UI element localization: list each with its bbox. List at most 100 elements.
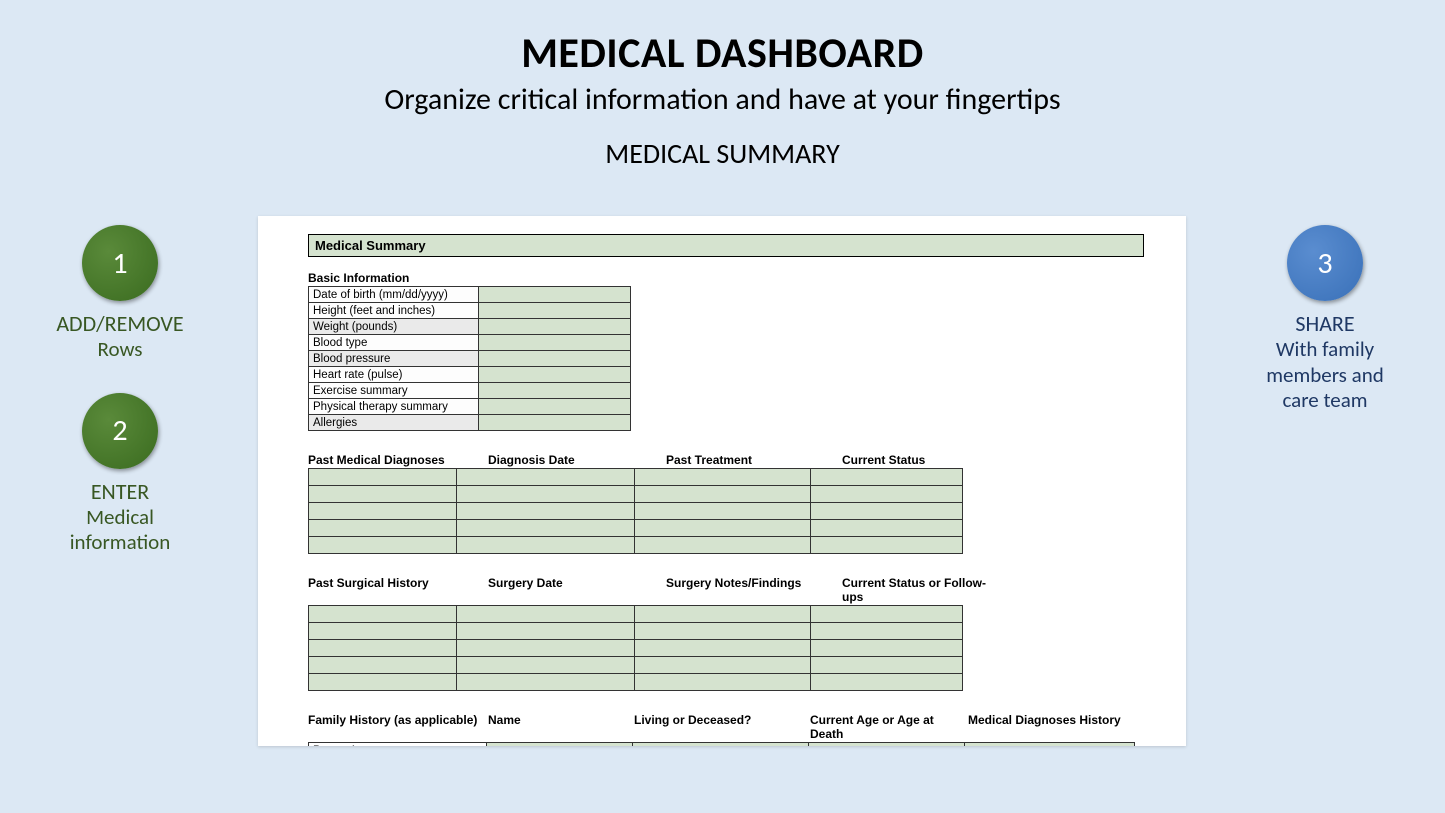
table-cell[interactable]	[811, 486, 963, 503]
table-cell[interactable]	[309, 623, 457, 640]
table-cell[interactable]	[811, 469, 963, 486]
table-cell[interactable]	[309, 657, 457, 674]
basic-value[interactable]	[479, 351, 631, 367]
table-cell[interactable]	[457, 674, 635, 691]
table-cell[interactable]	[309, 606, 457, 623]
basic-label: Weight (pounds)	[309, 319, 479, 335]
basic-label: Blood type	[309, 335, 479, 351]
header-col: Name	[488, 713, 634, 741]
surgical-headers: Past Surgical History Surgery Date Surge…	[308, 576, 1150, 604]
table-cell[interactable]	[457, 657, 635, 674]
table-cell[interactable]	[635, 520, 811, 537]
table-cell[interactable]	[457, 606, 635, 623]
table-cell[interactable]	[635, 674, 811, 691]
header-col: Surgery Notes/Findings	[666, 576, 842, 604]
table-cell[interactable]	[811, 537, 963, 554]
diagnoses-headers: Past Medical Diagnoses Diagnosis Date Pa…	[308, 453, 1150, 467]
table-cell[interactable]	[811, 674, 963, 691]
basic-label: Heart rate (pulse)	[309, 367, 479, 383]
table-cell[interactable]	[309, 469, 457, 486]
basic-value[interactable]	[479, 287, 631, 303]
step-1: 1 ADD/REMOVE Rows	[30, 225, 210, 363]
table-cell[interactable]	[635, 469, 811, 486]
table-cell[interactable]	[633, 743, 809, 747]
right-steps-panel: 3 SHARE With family members and care tea…	[1235, 225, 1415, 443]
basic-value[interactable]	[479, 303, 631, 319]
table-cell[interactable]	[309, 537, 457, 554]
basic-value[interactable]	[479, 415, 631, 431]
header-col: Family History (as applicable)	[308, 713, 488, 741]
table-cell[interactable]	[811, 503, 963, 520]
table-cell[interactable]	[457, 469, 635, 486]
sheet-banner: Medical Summary	[308, 234, 1144, 257]
table-cell[interactable]	[809, 743, 965, 747]
section-label: MEDICAL SUMMARY	[0, 136, 1445, 171]
table-cell[interactable]	[811, 623, 963, 640]
table-cell[interactable]	[487, 743, 633, 747]
basic-value[interactable]	[479, 335, 631, 351]
table-cell[interactable]	[457, 623, 635, 640]
step-2: 2 ENTER Medical information	[30, 393, 210, 556]
step-1-desc: Rows	[30, 337, 210, 362]
header-col: Living or Deceased?	[634, 713, 810, 741]
basic-label: Exercise summary	[309, 383, 479, 399]
step-3-desc-2: members and	[1235, 363, 1415, 388]
table-cell[interactable]	[811, 520, 963, 537]
table-cell[interactable]	[811, 606, 963, 623]
step-2-title: ENTER	[30, 479, 210, 505]
header-col: Medical Diagnoses History	[968, 713, 1138, 741]
table-cell[interactable]	[811, 657, 963, 674]
table-cell[interactable]	[635, 623, 811, 640]
table-cell[interactable]	[965, 743, 1135, 747]
header-col: Current Status or Follow-ups	[842, 576, 994, 604]
basic-label: Physical therapy summary	[309, 399, 479, 415]
left-steps-panel: 1 ADD/REMOVE Rows 2 ENTER Medical inform…	[30, 225, 210, 585]
family-table: Parent 1	[308, 742, 1135, 746]
basic-value[interactable]	[479, 319, 631, 335]
basic-info-heading: Basic Information	[308, 271, 1150, 285]
step-3-circle: 3	[1287, 225, 1363, 301]
table-cell[interactable]	[635, 537, 811, 554]
table-cell[interactable]	[635, 640, 811, 657]
table-cell[interactable]	[457, 486, 635, 503]
surgical-table	[308, 605, 963, 691]
table-cell[interactable]	[457, 640, 635, 657]
basic-value[interactable]	[479, 383, 631, 399]
table-cell[interactable]	[309, 503, 457, 520]
basic-value[interactable]	[479, 367, 631, 383]
spreadsheet-preview: Medical Summary Basic Information Date o…	[258, 216, 1186, 746]
basic-label: Height (feet and inches)	[309, 303, 479, 319]
header-col: Current Status	[842, 453, 994, 467]
table-cell[interactable]	[635, 657, 811, 674]
header-col: Past Surgical History	[308, 576, 488, 604]
step-1-circle: 1	[82, 225, 158, 301]
step-2-circle: 2	[82, 393, 158, 469]
table-cell[interactable]	[811, 640, 963, 657]
table-cell[interactable]	[309, 486, 457, 503]
table-cell[interactable]	[309, 520, 457, 537]
diagnoses-table	[308, 468, 963, 554]
header-col: Diagnosis Date	[488, 453, 666, 467]
table-cell[interactable]	[309, 674, 457, 691]
step-3-title: SHARE	[1235, 311, 1415, 337]
header-col: Current Age or Age at Death	[810, 713, 968, 741]
table-cell[interactable]	[457, 520, 635, 537]
header-col: Past Medical Diagnoses	[308, 453, 488, 467]
family-headers: Family History (as applicable) Name Livi…	[308, 713, 1150, 741]
step-2-desc-1: Medical	[30, 505, 210, 530]
basic-label: Allergies	[309, 415, 479, 431]
page-subtitle: Organize critical information and have a…	[0, 81, 1445, 118]
table-cell[interactable]	[635, 486, 811, 503]
table-cell[interactable]	[309, 640, 457, 657]
table-cell[interactable]	[635, 503, 811, 520]
table-cell[interactable]	[635, 606, 811, 623]
basic-label: Blood pressure	[309, 351, 479, 367]
step-3-desc-3: care team	[1235, 388, 1415, 413]
step-2-desc-2: information	[30, 530, 210, 555]
step-1-title: ADD/REMOVE	[30, 311, 210, 337]
table-cell[interactable]	[457, 537, 635, 554]
table-cell[interactable]	[457, 503, 635, 520]
basic-value[interactable]	[479, 399, 631, 415]
step-3: 3 SHARE With family members and care tea…	[1235, 225, 1415, 413]
header-col: Surgery Date	[488, 576, 666, 604]
